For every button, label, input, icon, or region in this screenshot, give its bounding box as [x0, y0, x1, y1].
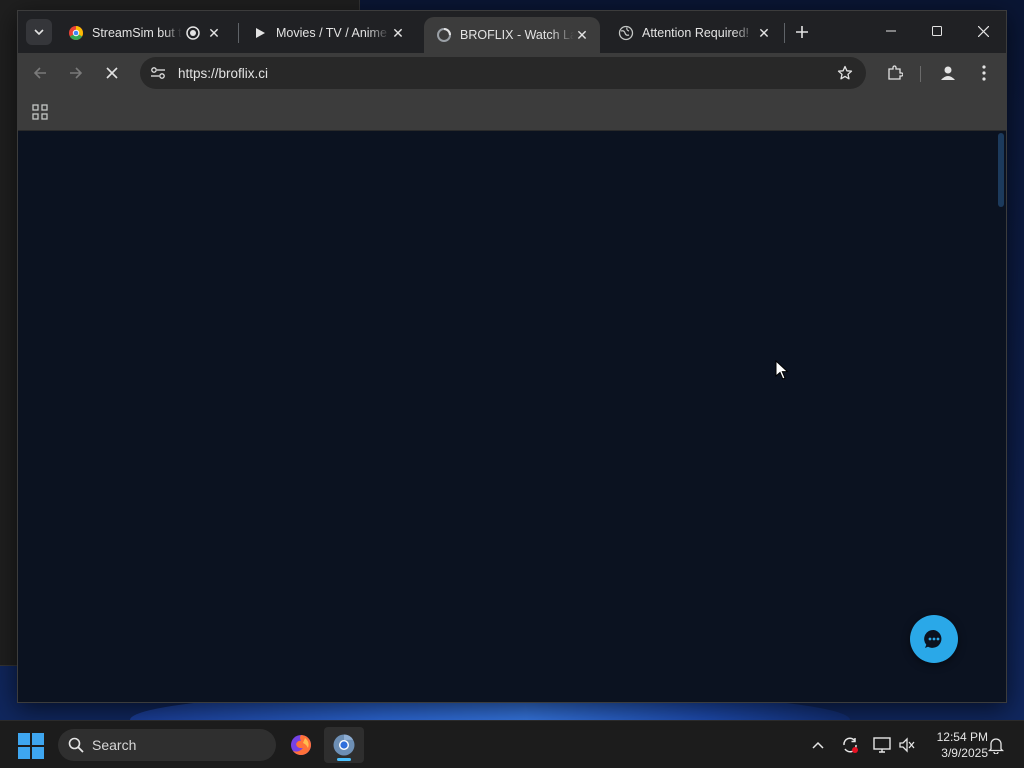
system-clock[interactable]: 12:54 PM 3/9/2025 — [924, 729, 988, 761]
profile-button[interactable] — [934, 59, 962, 87]
tab-title: BROFLIX - Watch Lat — [460, 28, 574, 42]
profile-icon — [941, 66, 955, 80]
sync-icon — [843, 737, 858, 753]
close-icon[interactable]: ✕ — [206, 25, 222, 41]
extensions-button[interactable] — [881, 59, 909, 87]
taskbar-firefox[interactable] — [281, 727, 321, 763]
show-hidden-icons[interactable] — [808, 735, 828, 755]
notifications-button[interactable] — [986, 735, 1006, 755]
stop-icon — [106, 67, 118, 79]
close-icon[interactable]: ✕ — [756, 25, 772, 41]
chevron-down-icon — [34, 29, 44, 35]
tab-movies[interactable]: Movies / TV / Anime ✕ — [240, 17, 416, 49]
chrome-icon — [333, 734, 355, 756]
apps-grid-icon — [32, 104, 48, 120]
close-icon — [977, 25, 989, 37]
back-button[interactable] — [26, 59, 54, 87]
globe-icon — [618, 25, 634, 41]
menu-button[interactable] — [970, 59, 998, 87]
chat-button[interactable] — [910, 615, 958, 663]
close-icon[interactable]: ✕ — [574, 27, 590, 43]
clock-time: 12:54 PM — [936, 730, 988, 744]
windows-logo-icon — [18, 733, 30, 745]
address-bar[interactable]: https://broflix.ci — [140, 57, 866, 89]
minimize-button[interactable] — [868, 11, 914, 51]
active-indicator — [337, 758, 351, 761]
browser-toolbar: https://broflix.ci — [18, 53, 1006, 93]
page-scrollbar[interactable] — [998, 133, 1004, 207]
arrow-right-icon — [70, 67, 83, 79]
start-button[interactable] — [18, 733, 44, 759]
search-label: Search — [92, 737, 137, 753]
tab-title: StreamSim but th — [92, 26, 182, 40]
tab-title: Attention Required! — [642, 26, 750, 40]
address-url[interactable]: https://broflix.ci — [178, 66, 268, 81]
recording-icon — [186, 26, 200, 40]
taskbar: Search 12:54 PM 3/9/2025 — [0, 720, 1024, 768]
bookmarks-bar — [18, 93, 1006, 131]
bookmark-star-icon[interactable] — [836, 64, 854, 82]
plus-icon — [796, 26, 808, 38]
tab-title: Movies / TV / Anime — [276, 26, 387, 40]
forward-button[interactable] — [62, 59, 90, 87]
tab-separator — [784, 23, 785, 43]
new-tab-button[interactable] — [791, 21, 813, 43]
speaker-muted-icon — [899, 737, 915, 753]
taskbar-chrome[interactable] — [324, 727, 364, 763]
puzzle-icon — [888, 65, 903, 80]
mouse-cursor-icon — [775, 360, 789, 380]
tab-streamsim[interactable]: StreamSim but th ✕ — [56, 17, 232, 49]
close-window-button[interactable] — [960, 11, 1006, 51]
tab-broflix[interactable]: BROFLIX - Watch Lat ✕ — [424, 17, 600, 53]
chevron-up-icon — [812, 741, 824, 749]
taskbar-search[interactable]: Search — [58, 729, 276, 761]
notification-bell-icon — [988, 738, 1004, 754]
sync-tray[interactable] — [840, 735, 860, 755]
tab-attention[interactable]: Attention Required! ✕ — [606, 17, 782, 49]
kebab-menu-icon — [982, 65, 986, 81]
play-icon — [252, 25, 268, 41]
loading-favicon-icon — [436, 27, 452, 43]
network-tray[interactable] — [872, 735, 892, 755]
chrome-color-icon — [68, 25, 84, 41]
network-icon — [873, 737, 891, 753]
volume-tray[interactable] — [897, 735, 917, 755]
maximize-button[interactable] — [914, 11, 960, 51]
tab-search-button[interactable] — [26, 19, 52, 45]
browser-window: StreamSim but th ✕ Movies / TV / Anime ✕… — [17, 10, 1007, 703]
firefox-icon — [291, 735, 311, 755]
tab-separator — [238, 23, 239, 43]
stop-loading-button[interactable] — [98, 59, 126, 87]
search-icon — [68, 737, 84, 753]
apps-button[interactable] — [30, 102, 50, 122]
toolbar-divider — [920, 66, 921, 82]
arrow-left-icon — [33, 67, 46, 79]
site-settings-icon[interactable] — [146, 61, 170, 85]
clock-date: 3/9/2025 — [941, 746, 988, 760]
tab-strip: StreamSim but th ✕ Movies / TV / Anime ✕… — [18, 11, 1006, 53]
maximize-icon — [932, 26, 942, 36]
page-viewport[interactable] — [18, 131, 1006, 702]
close-icon[interactable]: ✕ — [390, 25, 406, 41]
chat-bubble-icon — [924, 629, 942, 648]
minimize-icon — [886, 30, 896, 32]
